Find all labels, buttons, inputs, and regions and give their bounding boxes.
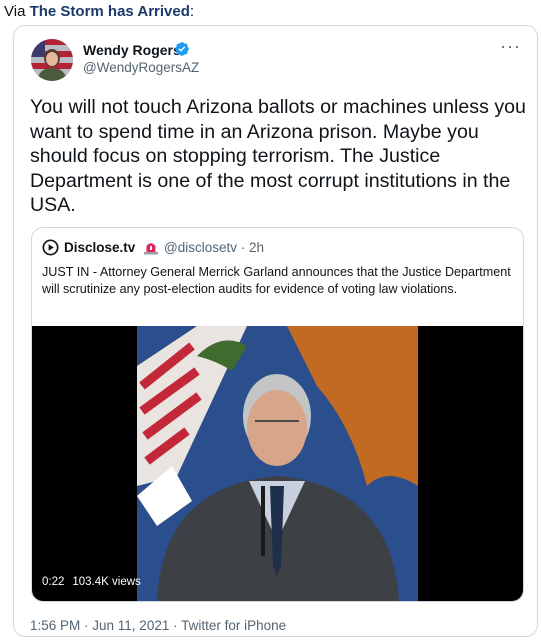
avatar[interactable] [31,39,73,81]
video-stats: 0:22 103.4K views [42,576,141,588]
quoted-author-name[interactable]: Disclose.tv [64,240,135,255]
verified-badge-icon [175,42,189,56]
via-suffix: : [189,3,195,20]
quoted-tweet[interactable]: Disclose.tv @disclosetv · 2h JUST IN - A… [31,227,524,602]
video-player[interactable]: 0:22 103.4K views [32,326,523,601]
quoted-handle-time[interactable]: @disclosetv · 2h [164,240,264,255]
video-views: 103.4K views [72,576,141,588]
tweet-text: You will not touch Arizona ballots or ma… [30,96,526,216]
video-thumbnail [137,326,418,601]
quoted-tweet-text: JUST IN - Attorney General Merrick Garla… [42,265,511,296]
video-frame [137,326,418,601]
tweet-timestamp[interactable]: 1:56 PM · Jun 11, 2021 · Twitter for iPh… [30,618,286,633]
via-attribution: Via The Storm has Arrived: [4,3,194,20]
author-handle[interactable]: @WendyRogersAZ [83,60,199,75]
author-name[interactable]: Wendy Rogers [83,42,181,58]
play-circle-icon [42,239,59,256]
avatar-image [31,39,73,81]
video-duration: 0:22 [42,576,65,588]
via-prefix: Via [4,3,30,20]
tweet-card[interactable]: Wendy Rogers @WendyRogersAZ ··· You will… [13,25,538,637]
more-options-icon[interactable]: ··· [500,36,521,57]
source-link[interactable]: The Storm has Arrived [30,3,190,20]
siren-icon [144,243,158,255]
